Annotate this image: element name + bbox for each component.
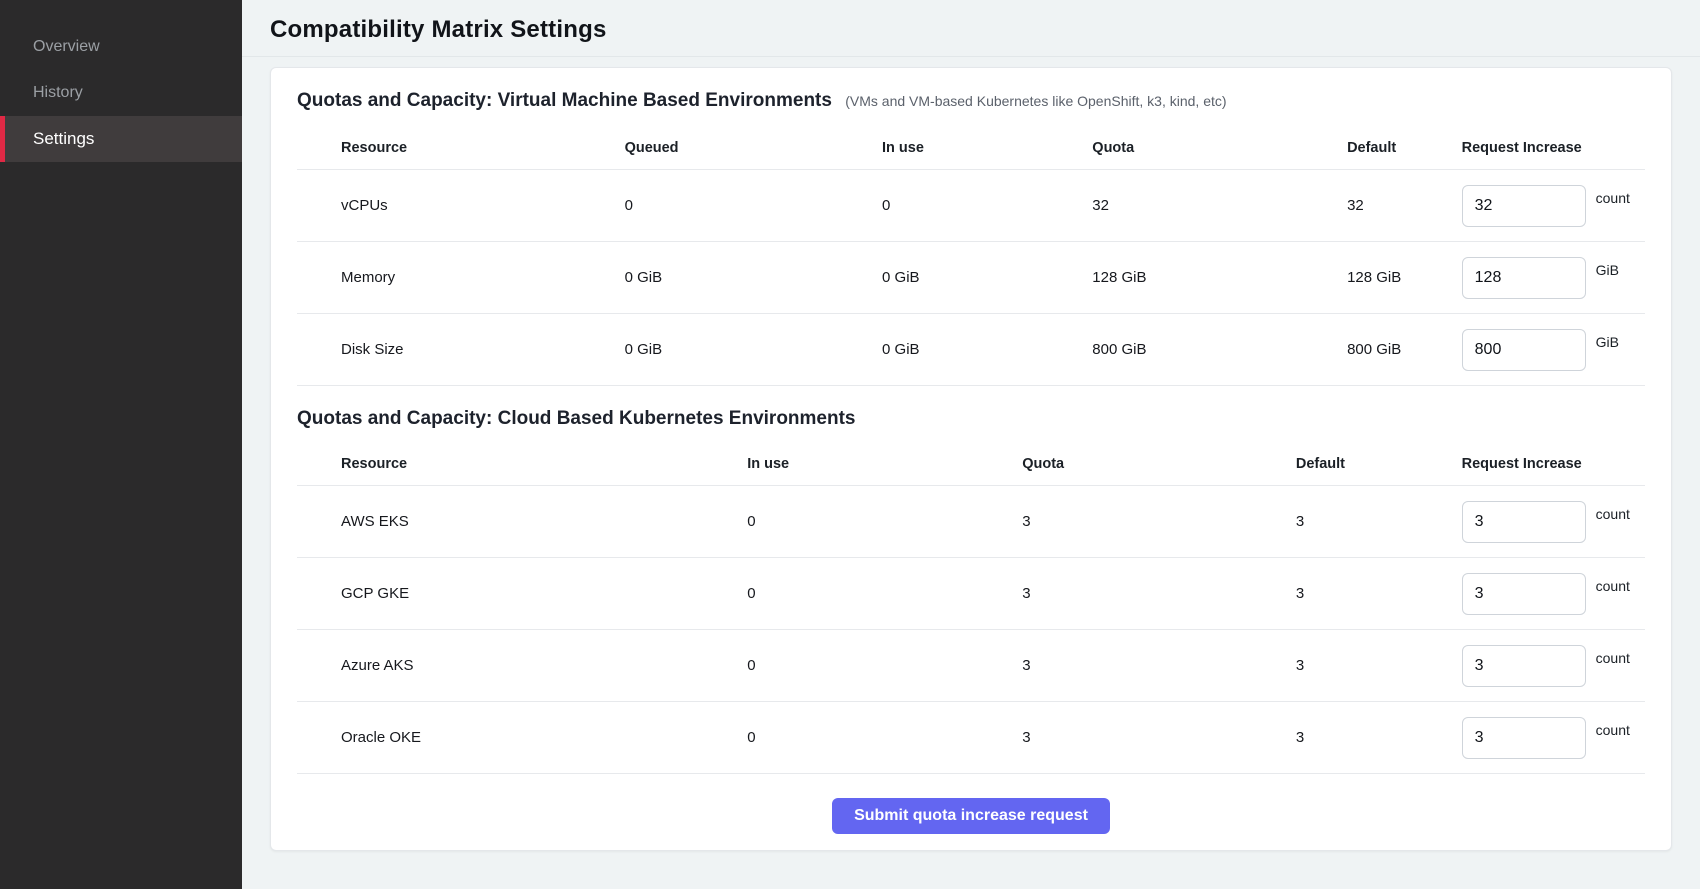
- sidebar-item-overview[interactable]: Overview: [0, 24, 242, 70]
- default-value: 800 GiB: [1347, 341, 1462, 358]
- resource-label: vCPUs: [297, 197, 625, 214]
- column-header-queued: Queued: [625, 140, 882, 156]
- default-value: 3: [1296, 657, 1462, 674]
- page-title: Compatibility Matrix Settings: [270, 16, 1672, 44]
- oracle-oke-request-input[interactable]: [1462, 717, 1586, 759]
- column-header-default: Default: [1347, 140, 1462, 156]
- queued-value: 0: [625, 197, 882, 214]
- quota-value: 3: [1022, 585, 1296, 602]
- page-header: Compatibility Matrix Settings: [242, 0, 1700, 57]
- vm-quotas-table: Resource Queued In use Quota Default Req…: [297, 126, 1645, 386]
- memory-request-input[interactable]: [1462, 257, 1586, 299]
- column-header-resource: Resource: [297, 140, 625, 156]
- unit-label: count: [1596, 722, 1630, 738]
- resource-label: GCP GKE: [297, 585, 747, 602]
- sidebar-item-history[interactable]: History: [0, 70, 242, 116]
- submit-button-row: Submit quota increase request: [297, 774, 1645, 834]
- default-value: 3: [1296, 729, 1462, 746]
- unit-label: GiB: [1596, 334, 1619, 350]
- in-use-value: 0 GiB: [882, 341, 1092, 358]
- unit-label: GiB: [1596, 262, 1619, 278]
- cloud-section-title-text: Quotas and Capacity: Cloud Based Kuberne…: [297, 408, 856, 429]
- table-row-memory: Memory 0 GiB 0 GiB 128 GiB 128 GiB GiB: [297, 242, 1645, 314]
- column-header-in-use: In use: [747, 456, 1022, 472]
- column-header-default: Default: [1296, 456, 1462, 472]
- in-use-value: 0: [882, 197, 1092, 214]
- azure-aks-request-input[interactable]: [1462, 645, 1586, 687]
- column-header-request-increase: Request Increase: [1462, 456, 1645, 472]
- resource-label: Oracle OKE: [297, 729, 747, 746]
- main-content: Compatibility Matrix Settings Quotas and…: [242, 0, 1700, 889]
- quota-value: 3: [1022, 729, 1296, 746]
- quota-value: 3: [1022, 513, 1296, 530]
- sidebar-item-settings[interactable]: Settings: [0, 116, 242, 162]
- in-use-value: 0: [747, 585, 1022, 602]
- default-value: 3: [1296, 513, 1462, 530]
- request-increase-cell: count: [1462, 185, 1645, 227]
- request-increase-cell: count: [1462, 645, 1645, 687]
- request-increase-cell: GiB: [1462, 329, 1645, 371]
- sidebar: Overview History Settings: [0, 0, 242, 889]
- table-row-oracle-oke: Oracle OKE 0 3 3 count: [297, 702, 1645, 774]
- in-use-value: 0: [747, 657, 1022, 674]
- in-use-value: 0 GiB: [882, 269, 1092, 286]
- disk-size-request-input[interactable]: [1462, 329, 1586, 371]
- sidebar-item-history-label: History: [33, 84, 83, 102]
- quotas-card: Quotas and Capacity: Virtual Machine Bas…: [270, 67, 1672, 851]
- default-value: 32: [1347, 197, 1462, 214]
- queued-value: 0 GiB: [625, 341, 882, 358]
- table-row-disk-size: Disk Size 0 GiB 0 GiB 800 GiB 800 GiB Gi…: [297, 314, 1645, 386]
- quota-value: 128 GiB: [1092, 269, 1347, 286]
- cloud-section-title: Quotas and Capacity: Cloud Based Kuberne…: [297, 408, 1645, 430]
- resource-label: AWS EKS: [297, 513, 747, 530]
- vm-section-subtitle: (VMs and VM-based Kubernetes like OpenSh…: [845, 93, 1226, 109]
- table-row-vcpus: vCPUs 0 0 32 32 count: [297, 170, 1645, 242]
- sidebar-item-overview-label: Overview: [33, 38, 100, 56]
- resource-label: Disk Size: [297, 341, 625, 358]
- gcp-gke-request-input[interactable]: [1462, 573, 1586, 615]
- column-header-in-use: In use: [882, 140, 1092, 156]
- in-use-value: 0: [747, 513, 1022, 530]
- default-value: 128 GiB: [1347, 269, 1462, 286]
- vm-table-header-row: Resource Queued In use Quota Default Req…: [297, 126, 1645, 170]
- column-header-quota: Quota: [1092, 140, 1347, 156]
- unit-label: count: [1596, 190, 1630, 206]
- request-increase-cell: GiB: [1462, 257, 1645, 299]
- request-increase-cell: count: [1462, 573, 1645, 615]
- aws-eks-request-input[interactable]: [1462, 501, 1586, 543]
- column-header-resource: Resource: [297, 456, 747, 472]
- cloud-quotas-table: Resource In use Quota Default Request In…: [297, 442, 1645, 774]
- default-value: 3: [1296, 585, 1462, 602]
- vm-section-title: Quotas and Capacity: Virtual Machine Bas…: [297, 90, 1645, 112]
- resource-label: Azure AKS: [297, 657, 747, 674]
- submit-quota-increase-button[interactable]: Submit quota increase request: [832, 798, 1110, 834]
- vm-section-title-text: Quotas and Capacity: Virtual Machine Bas…: [297, 90, 832, 111]
- vcpus-request-input[interactable]: [1462, 185, 1586, 227]
- quota-value: 800 GiB: [1092, 341, 1347, 358]
- queued-value: 0 GiB: [625, 269, 882, 286]
- sidebar-item-settings-label: Settings: [33, 129, 94, 149]
- unit-label: count: [1596, 650, 1630, 666]
- table-row-gcp-gke: GCP GKE 0 3 3 count: [297, 558, 1645, 630]
- quota-value: 32: [1092, 197, 1347, 214]
- table-row-azure-aks: Azure AKS 0 3 3 count: [297, 630, 1645, 702]
- column-header-quota: Quota: [1022, 456, 1296, 472]
- resource-label: Memory: [297, 269, 625, 286]
- quota-value: 3: [1022, 657, 1296, 674]
- unit-label: count: [1596, 506, 1630, 522]
- request-increase-cell: count: [1462, 501, 1645, 543]
- request-increase-cell: count: [1462, 717, 1645, 759]
- in-use-value: 0: [747, 729, 1022, 746]
- cloud-table-header-row: Resource In use Quota Default Request In…: [297, 442, 1645, 486]
- column-header-request-increase: Request Increase: [1462, 140, 1645, 156]
- table-row-aws-eks: AWS EKS 0 3 3 count: [297, 486, 1645, 558]
- unit-label: count: [1596, 578, 1630, 594]
